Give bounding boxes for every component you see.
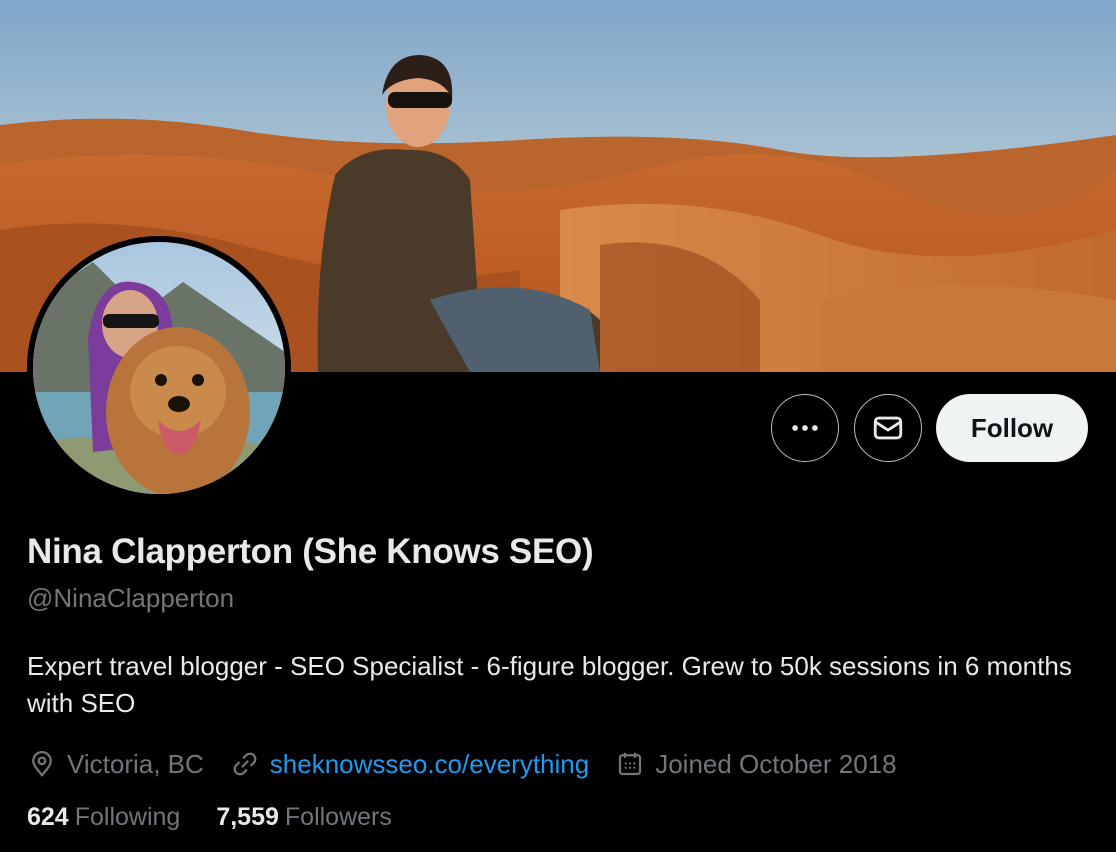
envelope-icon [873, 416, 903, 440]
location-item: Victoria, BC [27, 749, 204, 780]
followers-count: 7,559 [216, 803, 279, 831]
avatar-image [33, 242, 285, 494]
website-link[interactable]: sheknowsseo.co/everything [270, 749, 589, 780]
profile-meta-row: Victoria, BC sheknowsseo.co/everything J… [27, 746, 923, 782]
location-pin-icon [32, 751, 52, 778]
website-item[interactable]: sheknowsseo.co/everything [230, 749, 589, 780]
followers-stat[interactable]: 7,559 Followers [216, 803, 392, 832]
location-text: Victoria, BC [67, 748, 204, 779]
message-button[interactable] [854, 394, 922, 462]
calendar-icon [619, 752, 642, 776]
profile-avatar[interactable] [27, 236, 291, 500]
joined-item: Joined October 2018 [615, 748, 897, 780]
profile-bio: Expert travel blogger - SEO Specialist -… [27, 651, 1072, 718]
profile-name: Nina Clapperton (She Knows SEO) [27, 532, 594, 571]
joined-text: Joined October 2018 [655, 748, 897, 779]
more-options-button[interactable] [771, 394, 839, 462]
follow-button[interactable]: Follow [936, 394, 1088, 462]
following-stat[interactable]: 624 Following [27, 803, 180, 832]
followers-label: Followers [284, 803, 392, 831]
profile-handle: @NinaClapperton [27, 583, 235, 613]
link-icon [233, 752, 257, 776]
profile-stats: 624 Following 7,559 Followers [27, 803, 428, 832]
more-horizontal-icon [792, 425, 818, 431]
following-label: Following [74, 803, 181, 831]
following-count: 624 [27, 803, 69, 831]
